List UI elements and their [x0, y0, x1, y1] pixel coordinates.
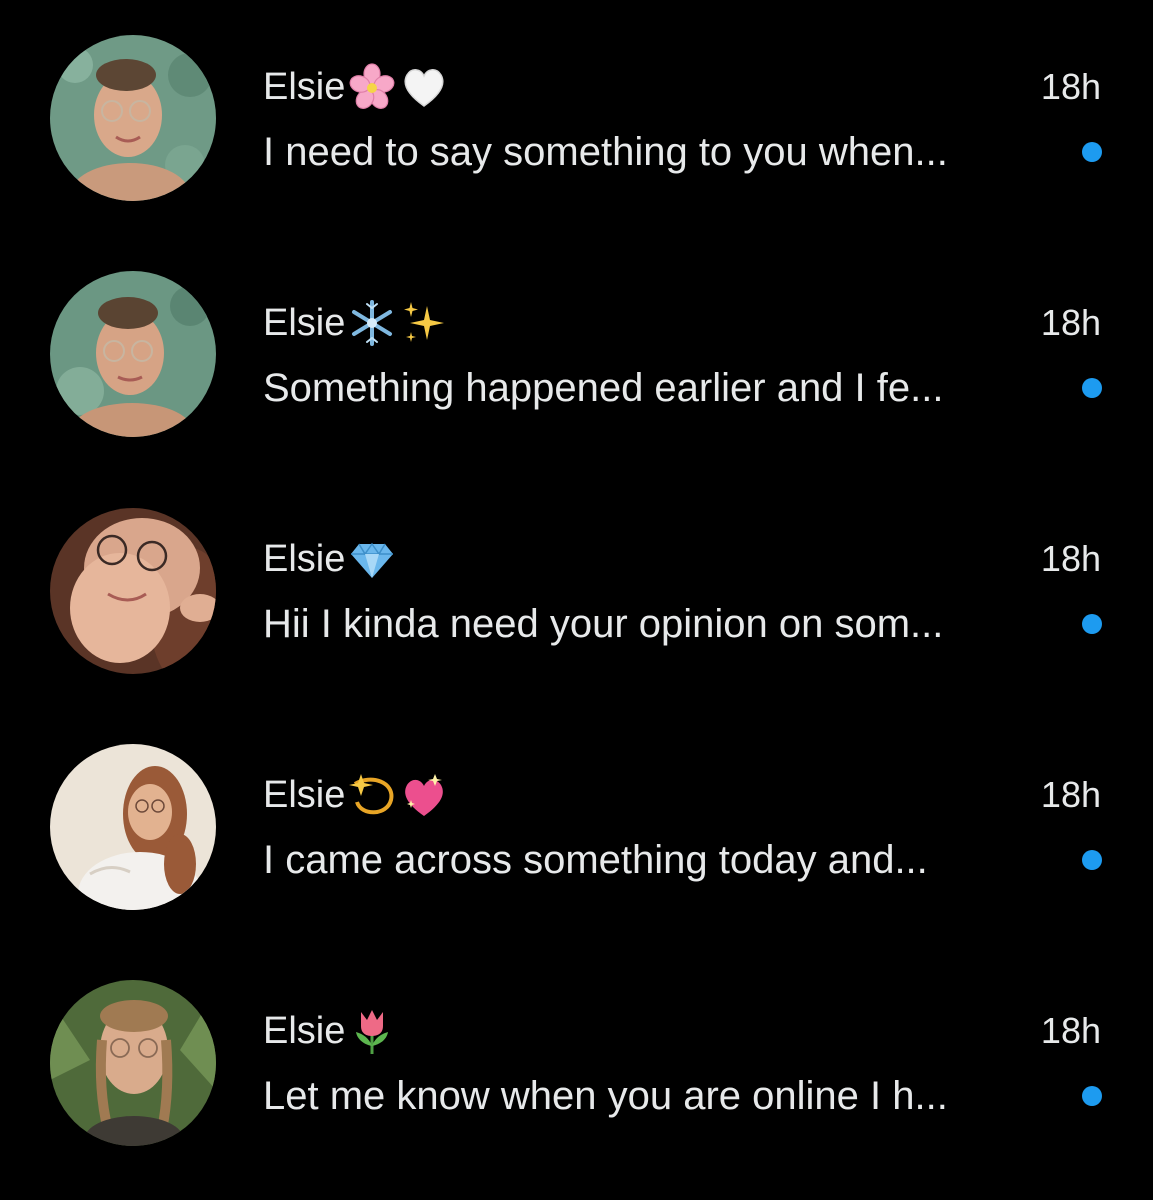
timestamp: 18h — [1040, 774, 1101, 815]
unread-indicator — [1082, 142, 1102, 162]
conversation-row[interactable]: Elsie 18h I came across something today … — [0, 708, 1153, 944]
conversation-name-line: Elsie — [263, 298, 449, 348]
contact-name: Elsie — [263, 538, 346, 580]
avatar[interactable] — [50, 35, 216, 201]
avatar-photo-icon — [50, 980, 216, 1146]
conversation-row[interactable]: Elsie 18h I need to say something to you… — [0, 0, 1153, 236]
conversation-name-line: Elsie — [263, 62, 449, 112]
contact-name: Elsie — [263, 1010, 346, 1052]
tulip-emoji-icon — [347, 1006, 397, 1056]
snowflake-emoji-icon — [347, 298, 397, 348]
unread-indicator — [1082, 850, 1102, 870]
dizzy-emoji-icon — [347, 770, 397, 820]
avatar[interactable] — [50, 271, 216, 437]
avatar[interactable] — [50, 744, 216, 910]
contact-name: Elsie — [263, 774, 346, 816]
unread-indicator — [1082, 614, 1102, 634]
timestamp: 18h — [1040, 538, 1101, 579]
avatar[interactable] — [50, 508, 216, 674]
conversation-name-line: Elsie — [263, 1006, 397, 1056]
conversation-row[interactable]: Elsie 18h Hii I kinda need your opinion … — [0, 472, 1153, 708]
unread-indicator — [1082, 378, 1102, 398]
timestamp: 18h — [1040, 66, 1101, 107]
unread-indicator — [1082, 1086, 1102, 1106]
conversation-name-line: Elsie — [263, 534, 397, 584]
avatar-photo-icon — [50, 35, 216, 201]
conversation-row[interactable]: Elsie 18h Something happened earlier and… — [0, 236, 1153, 472]
cherry-blossom-emoji-icon — [347, 62, 397, 112]
conversation-name-line: Elsie — [263, 770, 449, 820]
conversation-row[interactable]: Elsie 18h Let me know when you are onlin… — [0, 944, 1153, 1180]
conversation-list: Elsie 18h I need to say something to you… — [0, 0, 1153, 1200]
message-preview: I need to say something to you when... — [263, 130, 948, 174]
timestamp: 18h — [1040, 1010, 1101, 1051]
timestamp: 18h — [1040, 302, 1101, 343]
avatar-photo-icon — [50, 508, 216, 674]
message-preview: Something happened earlier and I fe... — [263, 366, 944, 410]
message-preview: Let me know when you are online I h... — [263, 1074, 948, 1118]
contact-name: Elsie — [263, 302, 346, 344]
gem-emoji-icon — [347, 534, 397, 584]
avatar-photo-icon — [50, 744, 216, 910]
contact-name: Elsie — [263, 66, 346, 108]
avatar[interactable] — [50, 980, 216, 1146]
sparkling-heart-emoji-icon — [399, 770, 449, 820]
sparkles-emoji-icon — [399, 298, 449, 348]
message-preview: I came across something today and... — [263, 838, 928, 882]
message-preview: Hii I kinda need your opinion on som... — [263, 602, 944, 646]
white-heart-emoji-icon — [399, 62, 449, 112]
avatar-photo-icon — [50, 271, 216, 437]
